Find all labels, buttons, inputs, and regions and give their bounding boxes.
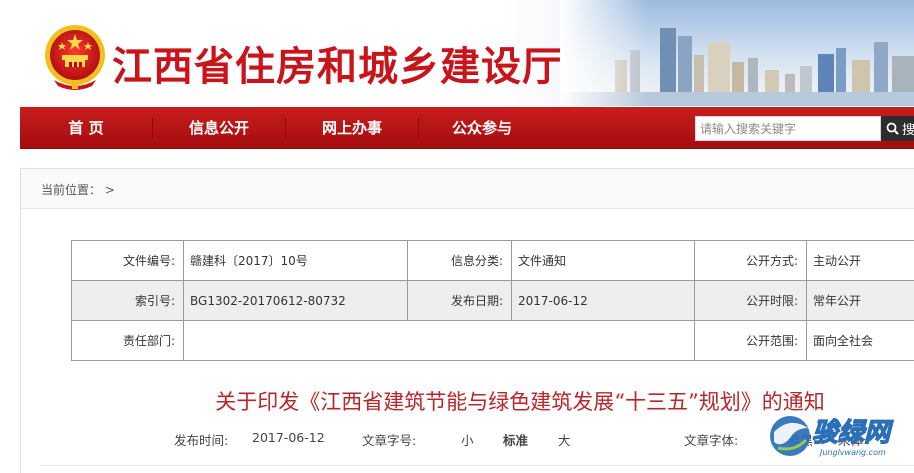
table-row: 文件编号: 赣建科〔2017〕10号 信息分类: 文件通知 公开方式: 主动公开: [71, 240, 914, 281]
search-icon: [886, 122, 899, 135]
breadcrumb-separator: >: [104, 183, 115, 197]
nav-item-public-participation[interactable]: 公众参与: [419, 107, 545, 149]
index-number-label: 索引号:: [71, 280, 184, 321]
table-row: 责任部门: 公开范围: 面向全社会: [71, 320, 914, 361]
font-size-label: 文章字号:: [362, 433, 417, 448]
index-number-value: BG1302-20170612-80732: [183, 280, 408, 321]
publish-time-value: 2017-06-12: [252, 430, 325, 445]
search-button-label: 搜: [902, 123, 914, 138]
search-input[interactable]: [695, 116, 881, 141]
file-number-value: 赣建科〔2017〕10号: [183, 240, 408, 281]
font-size-small-button[interactable]: 小: [461, 430, 474, 449]
publish-date-value: 2017-06-12: [511, 280, 695, 321]
category-label: 信息分类:: [407, 240, 512, 281]
font-family-label: 文章字体:: [684, 433, 739, 448]
publish-date-label: 发布日期:: [407, 280, 512, 321]
document-info-table: 文件编号: 赣建科〔2017〕10号 信息分类: 文件通知 公开方式: 主动公开…: [71, 240, 914, 361]
watermark-text: 骏绿网: [812, 418, 894, 448]
breadcrumb-bar: 当前位置： >: [21, 169, 914, 209]
disclosure-scope-label: 公开范围:: [694, 320, 807, 361]
breadcrumb-label: 当前位置：: [41, 183, 102, 197]
file-number-label: 文件编号:: [71, 240, 184, 281]
publish-time-label: 发布时间:: [174, 433, 229, 448]
page: 江西省住房和城乡建设厅 首 页 信息公开 网上办事 公众参与 请输入搜索关键字 …: [0, 0, 914, 473]
disclosure-period-value: 常年公开: [806, 280, 914, 321]
responsible-dept-value: [183, 320, 695, 361]
font-size-large-button[interactable]: 大: [558, 430, 571, 449]
disclosure-scope-value: 面向全社会: [806, 320, 914, 361]
disclosure-method-label: 公开方式:: [694, 240, 807, 281]
site-header: 江西省住房和城乡建设厅: [0, 0, 914, 106]
main-nav: 首 页 信息公开 网上办事 公众参与 搜: [20, 107, 914, 149]
nav-item-online-services[interactable]: 网上办事: [286, 107, 418, 149]
disclosure-method-value: 主动公开: [806, 240, 914, 281]
disclosure-period-label: 公开时限:: [694, 280, 807, 321]
nav-item-home[interactable]: 首 页: [20, 107, 152, 149]
national-emblem-icon: [45, 25, 105, 90]
site-title: 江西省住房和城乡建设厅: [112, 43, 563, 90]
watermark-url: Junglvwang.com: [818, 448, 886, 457]
responsible-dept-label: 责任部门:: [71, 320, 184, 361]
globe-logo-icon: [770, 416, 810, 456]
font-size-standard-button[interactable]: 标准: [503, 430, 528, 449]
watermark-logo: 骏绿网 Junglvwang.com: [770, 416, 895, 457]
city-skyline-banner: [560, 0, 914, 106]
nav-item-info-disclosure[interactable]: 信息公开: [153, 107, 285, 149]
search-button[interactable]: 搜: [881, 116, 914, 141]
category-value: 文件通知: [511, 240, 695, 281]
table-row: 索引号: BG1302-20170612-80732 发布日期: 2017-06…: [71, 280, 914, 321]
breadcrumb: 当前位置： >: [41, 181, 115, 198]
